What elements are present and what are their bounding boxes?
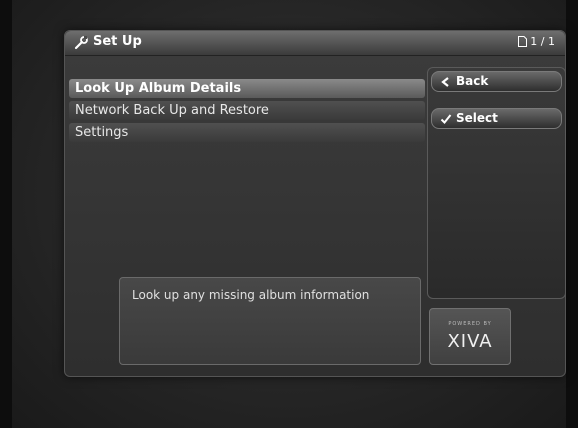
powered-by-label: POWERED BY xyxy=(448,321,492,327)
menu-item-settings[interactable]: Settings xyxy=(69,123,425,142)
action-sidebar: Back Select xyxy=(427,67,566,299)
page-title: Set Up xyxy=(93,34,142,49)
checkmark-icon xyxy=(440,113,452,124)
description-text: Look up any missing album information xyxy=(132,288,370,302)
menu-item-network-back-up-restore[interactable]: Network Back Up and Restore xyxy=(69,101,425,120)
back-button[interactable]: Back xyxy=(431,71,562,92)
title-bar: Set Up 1 / 1 xyxy=(65,31,565,56)
back-button-label: Back xyxy=(456,74,489,88)
setup-panel: Set Up 1 / 1 Look Up Album Details Netwo… xyxy=(64,30,566,377)
setup-menu: Look Up Album Details Network Back Up an… xyxy=(69,79,425,145)
page-icon xyxy=(518,36,528,47)
select-button-label: Select xyxy=(456,111,498,125)
wrench-icon xyxy=(74,36,88,50)
description-box: Look up any missing album information xyxy=(119,277,421,365)
page-indicator: 1 / 1 xyxy=(518,35,555,48)
chevron-left-icon xyxy=(441,76,449,87)
page-count: 1 / 1 xyxy=(530,35,555,48)
menu-item-look-up-album-details[interactable]: Look Up Album Details xyxy=(69,79,425,98)
xiva-logo: POWERED BY XIVA xyxy=(429,308,511,365)
select-button[interactable]: Select xyxy=(431,108,562,129)
screen: Set Up 1 / 1 Look Up Album Details Netwo… xyxy=(12,0,566,428)
logo-text: XIVA xyxy=(447,331,493,352)
